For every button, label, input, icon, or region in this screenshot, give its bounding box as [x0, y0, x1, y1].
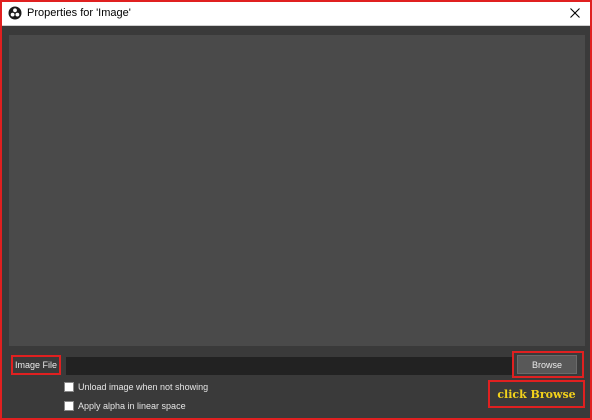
browse-button[interactable]: Browse [517, 355, 577, 374]
linear-alpha-label: Apply alpha in linear space [78, 401, 186, 411]
linear-alpha-checkbox[interactable] [64, 401, 74, 411]
close-icon [570, 8, 580, 18]
image-preview-area [9, 35, 585, 346]
annotation-callout: click Browse [488, 380, 585, 408]
unload-option[interactable]: Unload image when not showing [64, 380, 208, 394]
unload-label: Unload image when not showing [78, 382, 209, 392]
obs-logo-icon [8, 6, 22, 20]
window-title: Properties for 'Image' [27, 7, 131, 19]
title-bar[interactable]: Properties for 'Image' [2, 2, 590, 26]
unload-checkbox[interactable] [64, 382, 74, 392]
linear-alpha-option[interactable]: Apply alpha in linear space [64, 399, 186, 413]
image-file-row: Image File Browse [2, 351, 590, 378]
annotation-text: click Browse [497, 387, 576, 401]
close-button[interactable] [564, 3, 586, 23]
image-file-label: Image File [11, 355, 61, 375]
properties-dialog: Properties for 'Image' Image File Browse… [0, 0, 592, 420]
image-path-field[interactable] [66, 357, 512, 375]
